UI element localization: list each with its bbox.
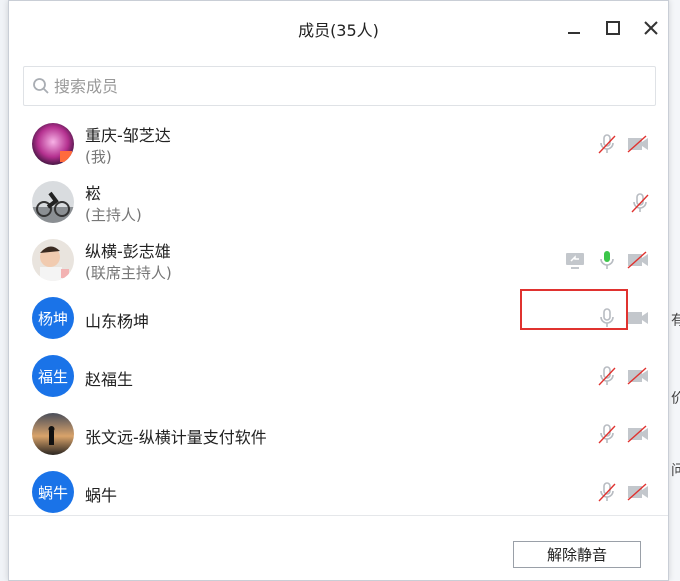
video-off-icon[interactable] <box>626 132 650 156</box>
avatar <box>32 181 74 223</box>
member-name: 纵横-彭志雄 <box>85 242 171 261</box>
search-icon <box>24 77 54 95</box>
background-app-edge: 有 价 问 <box>668 0 680 581</box>
member-row[interactable]: 重庆-邹芝达 (我) <box>9 115 668 173</box>
mic-muted-icon[interactable] <box>595 480 619 504</box>
footer-divider <box>9 515 668 516</box>
avatar <box>32 413 74 455</box>
member-row[interactable]: 纵横-彭志雄 (联席主持人) <box>9 231 668 289</box>
member-row[interactable]: 福生 赵福生 <box>9 347 668 405</box>
mic-muted-icon[interactable] <box>628 191 652 215</box>
member-role: (主持人) <box>85 206 142 224</box>
titlebar: 成员(35人) <box>9 1 668 53</box>
member-name: 崧 <box>85 184 102 203</box>
minimize-button[interactable] <box>561 15 587 41</box>
video-off-icon[interactable] <box>626 364 650 388</box>
highlight-box <box>520 289 628 330</box>
video-icon[interactable] <box>626 306 650 330</box>
screen-share-icon[interactable] <box>563 248 587 272</box>
avatar <box>32 123 74 165</box>
member-row[interactable]: 张文远-纵横计量支付软件 <box>9 405 668 463</box>
avatar: 福生 <box>32 355 74 397</box>
background-text-2: 价 <box>671 391 680 407</box>
mic-muted-icon[interactable] <box>595 422 619 446</box>
maximize-icon <box>606 21 620 35</box>
search-box[interactable] <box>23 66 656 106</box>
avatar: 杨坤 <box>32 297 74 339</box>
member-role: (我) <box>85 148 112 166</box>
close-button[interactable] <box>638 15 664 41</box>
maximize-button[interactable] <box>600 15 626 41</box>
background-text-1: 有 <box>671 313 680 329</box>
members-dialog: 成员(35人) 重庆-邹芝达 (我) <box>8 0 669 581</box>
close-icon <box>644 21 658 35</box>
avatar: 蜗牛 <box>32 471 74 513</box>
mic-muted-icon[interactable] <box>595 132 619 156</box>
minimize-icon <box>568 32 580 34</box>
member-name: 蜗牛 <box>85 486 118 505</box>
member-name: 赵福生 <box>85 370 134 389</box>
member-name: 重庆-邹芝达 <box>85 126 171 145</box>
video-off-icon[interactable] <box>626 480 650 504</box>
unmute-all-button[interactable]: 解除静音 <box>513 541 641 568</box>
member-role: (联席主持人) <box>85 264 172 282</box>
background-text-3: 问 <box>671 463 680 479</box>
video-off-icon[interactable] <box>626 422 650 446</box>
member-name: 山东杨坤 <box>85 312 150 331</box>
video-off-icon[interactable] <box>626 248 650 272</box>
mic-active-icon[interactable] <box>595 248 619 272</box>
search-input[interactable] <box>54 76 655 96</box>
member-row[interactable]: 蜗牛 蜗牛 <box>9 463 668 515</box>
member-name: 张文远-纵横计量支付软件 <box>85 428 267 447</box>
mic-muted-icon[interactable] <box>595 364 619 388</box>
avatar <box>32 239 74 281</box>
member-row[interactable]: 崧 (主持人) <box>9 173 668 231</box>
